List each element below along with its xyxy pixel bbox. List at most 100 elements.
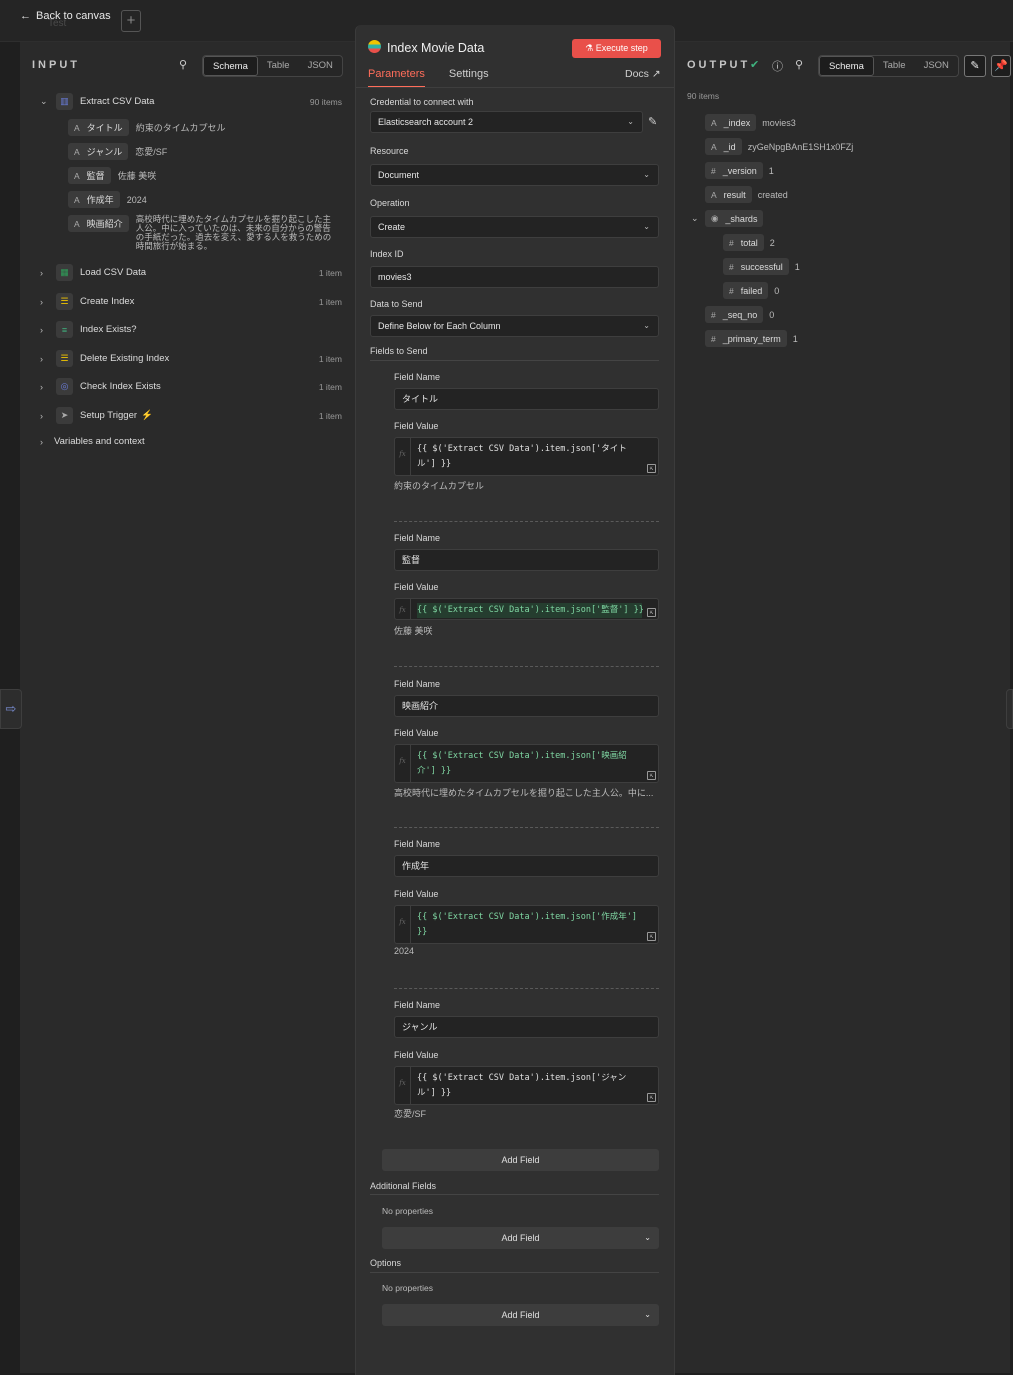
output-key[interactable]: Aresult created xyxy=(705,186,788,203)
tree-node-delete-index[interactable]: › ☰ Delete Existing Index 1 item xyxy=(40,350,356,367)
output-key[interactable]: # failed 0 xyxy=(723,282,779,299)
output-key[interactable]: A _id zyGeNpgBAnE1SH1x0FZj xyxy=(705,138,853,155)
tree-root-extract-csv[interactable]: ⌄ ▥ Extract CSV Data 90 items xyxy=(40,93,356,110)
chevron-right-icon: › xyxy=(40,353,43,364)
execute-step-button[interactable]: ⚗ Execute step xyxy=(572,39,661,58)
info-icon[interactable]: ⓘ xyxy=(772,58,783,74)
schema-field[interactable]: A タイトル 約束のタイムカプセル xyxy=(68,119,226,136)
output-view-table[interactable]: Table xyxy=(874,56,915,76)
field-separator xyxy=(394,827,659,828)
tree-node-create-index[interactable]: › ☰ Create Index 1 item xyxy=(40,293,356,310)
pencil-icon[interactable]: ✎ xyxy=(648,115,657,128)
fx-icon: fx xyxy=(395,1067,411,1104)
tab-settings[interactable]: Settings xyxy=(449,68,489,88)
field-value-expression[interactable]: fx {{ $('Extract CSV Data').item.json['作… xyxy=(394,905,659,944)
data-to-send-select[interactable]: Define Below for Each Column ⌄ xyxy=(370,315,659,337)
schema-field[interactable]: A 作成年 2024 xyxy=(68,191,147,208)
additional-fields-label: Additional Fields xyxy=(370,1181,437,1191)
tree-node-load-csv[interactable]: › ▦ Load CSV Data 1 item xyxy=(40,264,356,281)
field-name-input[interactable]: タイトル xyxy=(394,388,659,410)
tree-node-index-exists[interactable]: › ≡ Index Exists? xyxy=(40,321,356,338)
key-name: _shards xyxy=(725,213,758,224)
field-pill[interactable]: A 作成年 xyxy=(68,191,120,208)
expand-icon[interactable]: ⇱ xyxy=(647,464,656,473)
expand-icon[interactable]: ⇱ xyxy=(647,771,656,780)
field-name-input[interactable]: 映画紹介 xyxy=(394,695,659,717)
data-to-send-value: Define Below for Each Column xyxy=(378,321,501,331)
globe-icon: ◎ xyxy=(56,378,73,395)
no-properties-text: No properties xyxy=(382,1206,434,1216)
field-pill[interactable]: A タイトル xyxy=(68,119,129,136)
tree-node-setup-trigger[interactable]: › ➤ Setup Trigger ⚡ 1 item xyxy=(40,407,356,424)
output-key[interactable]: A _index movies3 xyxy=(705,114,796,131)
key-name: _index xyxy=(723,117,751,128)
resource-select[interactable]: Document ⌄ xyxy=(370,164,659,186)
output-key[interactable]: # successful 1 xyxy=(723,258,800,275)
add-field-button[interactable]: Add Field xyxy=(382,1149,659,1171)
field-pill[interactable]: A 監督 xyxy=(68,167,111,184)
output-key[interactable]: # total 2 xyxy=(723,234,775,251)
search-icon[interactable]: ⚲ xyxy=(179,58,187,71)
add-option-button[interactable]: Add Field ⌄ xyxy=(382,1304,659,1326)
tabs-divider xyxy=(356,87,674,88)
back-to-canvas-button[interactable]: ← Back to canvas xyxy=(20,10,111,22)
field-separator xyxy=(394,988,659,989)
tree-node-check-index[interactable]: › ◎ Check Index Exists 1 item xyxy=(40,378,356,395)
expand-icon[interactable]: ⇱ xyxy=(647,608,656,617)
side-handle-left[interactable]: ⇨ xyxy=(0,689,22,729)
string-type-icon: A xyxy=(74,194,80,205)
output-panel: OUTPUT ✔ ⓘ ⚲ Schema Table JSON 90 items … xyxy=(675,42,1010,1373)
output-key[interactable]: # _primary_term 1 xyxy=(705,330,798,347)
output-key[interactable]: # _version 1 xyxy=(705,162,774,179)
tab-parameters[interactable]: Parameters xyxy=(368,68,425,88)
field-value-expression[interactable]: fx {{ $('Extract CSV Data').item.json['映… xyxy=(394,744,659,783)
field-value-expression[interactable]: fx {{ $('Extract CSV Data').item.json['ジ… xyxy=(394,1066,659,1105)
side-handle-right[interactable] xyxy=(1006,689,1013,729)
expand-icon[interactable]: ⇱ xyxy=(647,932,656,941)
field-value-expression[interactable]: fx {{ $('Extract CSV Data').item.json['監… xyxy=(394,598,659,620)
search-icon[interactable]: ⚲ xyxy=(795,58,803,71)
docs-link[interactable]: Docs ↗ xyxy=(625,68,661,80)
fx-icon: fx xyxy=(395,438,411,475)
input-view-json[interactable]: JSON xyxy=(299,56,342,76)
edit-output-button[interactable]: ✎ xyxy=(964,55,986,77)
key-name: _seq_no xyxy=(722,309,758,320)
schema-field[interactable]: A ジャンル 恋愛/SF xyxy=(68,143,167,160)
output-key[interactable]: # _seq_no 0 xyxy=(705,306,774,323)
field-pill[interactable]: A 映画紹介 xyxy=(68,215,129,232)
field-name-label: Field Name xyxy=(394,372,441,382)
string-type-icon: A xyxy=(74,218,80,229)
field-name-input[interactable]: 監督 xyxy=(394,549,659,571)
expand-icon[interactable]: ⇱ xyxy=(647,1093,656,1102)
operation-select[interactable]: Create ⌄ xyxy=(370,216,659,238)
pin-output-button[interactable]: 📌 xyxy=(991,55,1011,77)
tree-root-label: Extract CSV Data xyxy=(80,96,155,107)
input-view-table[interactable]: Table xyxy=(258,56,299,76)
index-id-input[interactable]: movies3 xyxy=(370,266,659,288)
number-type-icon: # xyxy=(711,165,716,176)
key-value: 1 xyxy=(792,333,798,344)
output-view-switcher: Schema Table JSON xyxy=(818,55,959,77)
field-pill[interactable]: A ジャンル xyxy=(68,143,129,160)
field-value-label: Field Value xyxy=(394,728,439,738)
variables-and-context[interactable]: › Variables and context xyxy=(40,436,145,447)
field-value-expression[interactable]: fx {{ $('Extract CSV Data').item.json['タ… xyxy=(394,437,659,476)
schema-field[interactable]: A 映画紹介 高校時代に埋めたタイムカプセルを掘り起こした主人公。中に入っていたの… xyxy=(68,215,336,251)
output-view-schema[interactable]: Schema xyxy=(819,56,874,76)
schema-field[interactable]: A 監督 佐藤 美咲 xyxy=(68,167,156,184)
string-type-icon: A xyxy=(711,117,717,128)
add-additional-field-button[interactable]: Add Field ⌄ xyxy=(382,1227,659,1249)
field-name-input[interactable]: ジャンル xyxy=(394,1016,659,1038)
tree-root-count: 90 items xyxy=(309,96,342,107)
credential-select[interactable]: Elasticsearch account 2 ⌄ xyxy=(370,111,643,133)
node-title[interactable]: Index Movie Data xyxy=(387,41,484,55)
add-node-button[interactable]: + xyxy=(121,10,141,32)
input-view-schema[interactable]: Schema xyxy=(203,56,258,76)
field-name-input[interactable]: 作成年 xyxy=(394,855,659,877)
output-view-json[interactable]: JSON xyxy=(915,56,958,76)
flask-icon: ⚗ xyxy=(585,43,596,53)
field-preview: 高校時代に埋めたタイムカプセルを掘り起こした主人公。中に... xyxy=(394,788,654,798)
output-key-shards[interactable]: ⌄ ◉ _shards xyxy=(691,210,764,227)
field-name-label: Field Name xyxy=(394,679,441,689)
key-name: failed xyxy=(740,285,763,296)
